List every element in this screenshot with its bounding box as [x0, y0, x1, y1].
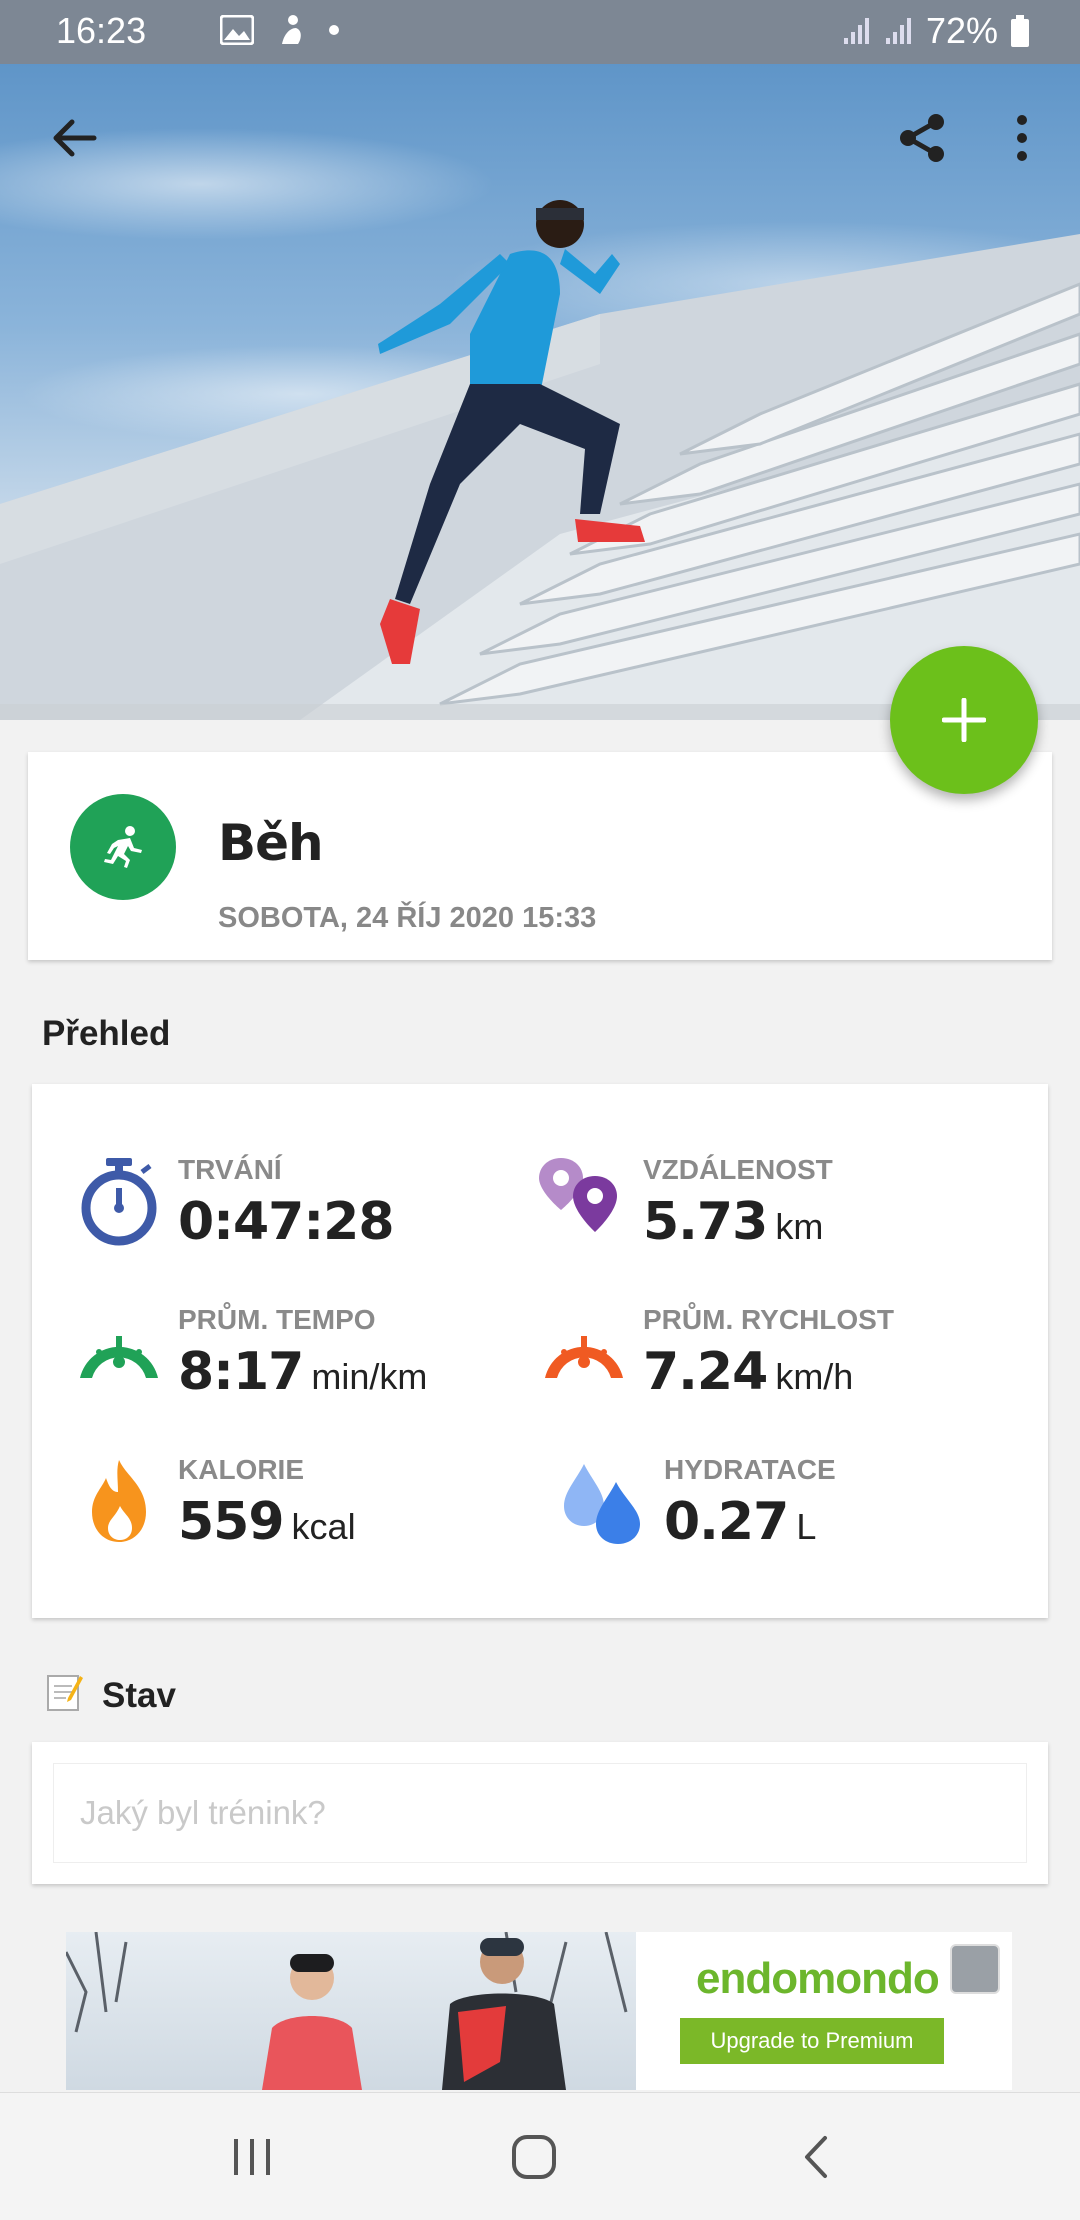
- status-card: [32, 1742, 1048, 1884]
- stat-value: 8:17 min/km: [178, 1342, 428, 1402]
- stat-label: PRŮM. TEMPO: [178, 1304, 376, 1335]
- plus-icon: [942, 698, 986, 742]
- hero-image: [0, 64, 1080, 720]
- more-options-button[interactable]: [986, 102, 1058, 174]
- memo-icon: [47, 1675, 83, 1711]
- ad-banner[interactable]: endomondo Upgrade to Premium: [66, 1932, 1012, 2090]
- back-button[interactable]: [38, 102, 110, 174]
- stopwatch-icon: [81, 1158, 157, 1246]
- stat-label: VZDÁLENOST: [643, 1154, 833, 1185]
- gallery-icon: [220, 15, 254, 45]
- share-button[interactable]: [886, 102, 958, 174]
- more-vert-icon: [1017, 115, 1027, 161]
- speedometer-icon: [545, 1336, 623, 1378]
- status-time: 16:23: [56, 10, 147, 51]
- status-right: 72%: [842, 10, 1030, 52]
- battery-icon: [1011, 15, 1029, 47]
- location-pins-icon: [539, 1158, 617, 1232]
- ad-brand: endomondo: [696, 1954, 940, 2003]
- ad-logo-badge: [950, 1944, 1000, 1994]
- overview-card: TRVÁNÍ 0:47:28 VZDÁLENOST 5.73 km PRŮM. T…: [32, 1084, 1048, 1618]
- overview-title: Přehled: [42, 1014, 171, 1053]
- activity-title: Běh: [218, 814, 324, 872]
- status-bar: 16:23 72%: [0, 0, 1080, 64]
- upgrade-premium-button[interactable]: Upgrade to Premium: [680, 2018, 944, 2064]
- water-drops-icon: [564, 1464, 640, 1544]
- stat-value: 0.27 L: [664, 1492, 817, 1552]
- flame-icon: [92, 1460, 146, 1542]
- stat-value: 559 kcal: [178, 1492, 356, 1552]
- arrow-left-icon: [53, 119, 97, 157]
- home-button[interactable]: [494, 2127, 574, 2187]
- home-icon: [512, 2135, 556, 2179]
- stat-value: 0:47:28: [178, 1192, 394, 1252]
- gauge-icon: [80, 1336, 158, 1378]
- dot-icon: [329, 25, 339, 35]
- stat-value: 7.24 km/h: [643, 1342, 854, 1402]
- signal-icon-2: [885, 18, 911, 44]
- activity-card[interactable]: Běh SOBOTA, 24 ŘÍJ 2020 15:33: [28, 752, 1052, 960]
- recents-icon: [234, 2139, 270, 2175]
- signal-icon: [843, 18, 869, 44]
- share-icon: [900, 114, 944, 162]
- stat-label: TRVÁNÍ: [178, 1154, 282, 1185]
- stat-value: 5.73 km: [643, 1192, 824, 1252]
- nav-back-icon: [805, 2136, 827, 2178]
- ad-photo: [66, 1932, 636, 2090]
- system-nav-bar: [0, 2092, 1080, 2220]
- add-fab-button[interactable]: [890, 646, 1038, 794]
- stat-label: KALORIE: [178, 1454, 304, 1485]
- status-title: Stav: [102, 1676, 176, 1715]
- fitness-notification-icon: [282, 15, 301, 44]
- ad-runners-illustration: [66, 1932, 628, 2090]
- stat-label: HYDRATACE: [664, 1454, 836, 1485]
- activity-date: SOBOTA, 24 ŘÍJ 2020 15:33: [218, 902, 597, 934]
- battery-percent: 72%: [925, 10, 998, 51]
- training-note-input[interactable]: [54, 1764, 1026, 1862]
- activity-type-badge: [70, 794, 176, 900]
- notification-icons: [220, 14, 340, 46]
- ad-brand-box: endomondo Upgrade to Premium: [636, 1932, 1012, 2090]
- stat-label: PRŮM. RYCHLOST: [643, 1304, 894, 1335]
- recents-button[interactable]: [212, 2127, 292, 2187]
- running-icon: [104, 826, 142, 868]
- nav-back-button[interactable]: [776, 2127, 856, 2187]
